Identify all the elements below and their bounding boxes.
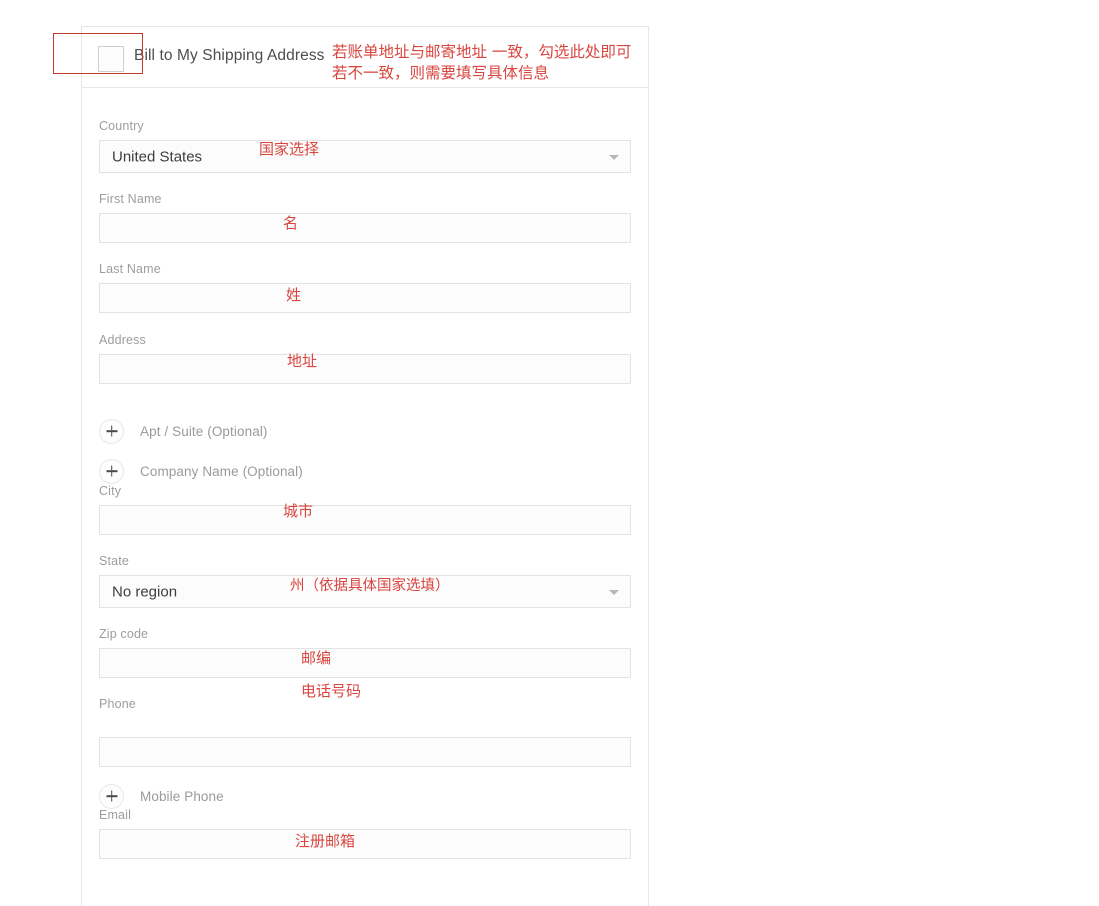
state-select[interactable]: No region <box>99 575 631 608</box>
email-label: Email <box>99 808 631 823</box>
apt-suite-expander[interactable]: Apt / Suite (Optional) <box>99 419 268 443</box>
plus-circle-icon <box>99 459 124 484</box>
city-input[interactable] <box>99 505 631 535</box>
plus-circle-icon <box>99 419 124 444</box>
field-first-name: First Name <box>99 192 631 243</box>
field-zip-code: Zip code <box>99 627 631 678</box>
field-phone: Phone <box>99 713 631 767</box>
last-name-input[interactable] <box>99 283 631 313</box>
company-name-label: Company Name (Optional) <box>140 464 303 479</box>
state-label: State <box>99 554 631 569</box>
field-city: City <box>99 484 631 535</box>
bill-to-shipping-label: Bill to My Shipping Address <box>134 47 325 65</box>
address-input[interactable] <box>99 354 631 384</box>
address-label: Address <box>99 333 631 348</box>
company-name-expander[interactable]: Company Name (Optional) <box>99 459 303 483</box>
billing-address-panel: Bill to My Shipping Address Country Unit… <box>81 26 649 906</box>
first-name-label: First Name <box>99 192 631 207</box>
zip-code-input[interactable] <box>99 648 631 678</box>
mobile-phone-expander[interactable]: Mobile Phone <box>99 784 224 808</box>
country-label: Country <box>99 119 631 134</box>
zip-code-label: Zip code <box>99 627 631 642</box>
first-name-input[interactable] <box>99 213 631 243</box>
chevron-down-icon <box>609 590 619 595</box>
state-value: No region <box>112 583 177 600</box>
phone-input[interactable] <box>99 737 631 767</box>
field-state: State No region <box>99 554 631 608</box>
last-name-label: Last Name <box>99 262 631 277</box>
city-label: City <box>99 484 631 499</box>
field-country: Country United States <box>99 119 631 173</box>
plus-circle-icon <box>99 784 124 809</box>
field-address: Address <box>99 333 631 384</box>
email-input[interactable] <box>99 829 631 859</box>
apt-suite-label: Apt / Suite (Optional) <box>140 424 268 439</box>
mobile-phone-label: Mobile Phone <box>140 789 224 804</box>
country-value: United States <box>112 148 202 165</box>
bill-to-shipping-row[interactable]: Bill to My Shipping Address <box>82 27 648 88</box>
country-select[interactable]: United States <box>99 140 631 173</box>
chevron-down-icon <box>609 155 619 160</box>
bill-to-shipping-checkbox[interactable] <box>98 46 124 72</box>
field-email: Email <box>99 808 631 859</box>
phone-label: Phone <box>99 697 136 712</box>
field-last-name: Last Name <box>99 262 631 313</box>
